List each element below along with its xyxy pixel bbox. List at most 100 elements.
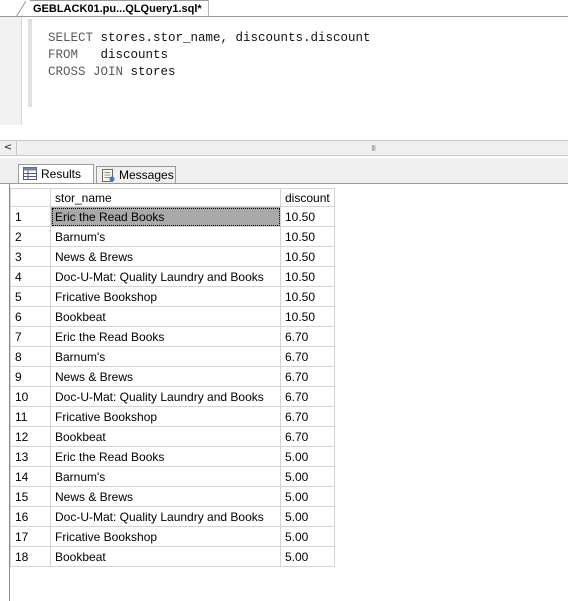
discount-cell[interactable]: 6.70: [280, 346, 335, 367]
sql-keyword: FROM: [48, 48, 79, 62]
stor-name-cell[interactable]: News & Brews: [50, 246, 281, 267]
discount-cell[interactable]: 10.50: [280, 286, 335, 307]
tab-messages[interactable]: Messages: [96, 166, 176, 184]
row-number-cell[interactable]: 11: [10, 406, 51, 427]
stor-name-cell[interactable]: Doc-U-Mat: Quality Laundry and Books: [50, 266, 281, 287]
stor-name-cell[interactable]: Eric the Read Books: [50, 326, 281, 347]
sql-text: stores: [123, 65, 176, 79]
sql-code[interactable]: SELECT stores.stor_name, discounts.disco…: [48, 30, 371, 81]
stor-name-cell[interactable]: Eric the Read Books: [50, 446, 281, 467]
table-row[interactable]: 16 Doc-U-Mat: Quality Laundry and Books 5.…: [10, 506, 335, 527]
row-number-cell[interactable]: 10: [10, 386, 51, 407]
table-row[interactable]: 5 Fricative Bookshop 10.50: [10, 286, 335, 307]
row-number-cell[interactable]: 12: [10, 426, 51, 447]
editor-gutter: [0, 17, 22, 125]
stor-name-cell[interactable]: Doc-U-Mat: Quality Laundry and Books: [50, 506, 281, 527]
table-row[interactable]: 11 Fricative Bookshop 6.70: [10, 406, 335, 427]
row-number-cell[interactable]: 1: [10, 206, 51, 227]
table-row[interactable]: 12 Bookbeat 6.70: [10, 426, 335, 447]
discount-cell[interactable]: 5.00: [280, 546, 335, 567]
code-line[interactable]: SELECT stores.stor_name, discounts.disco…: [48, 30, 371, 47]
row-number-cell[interactable]: 15: [10, 486, 51, 507]
discount-cell[interactable]: 5.00: [280, 446, 335, 467]
table-row[interactable]: 1 Eric the Read Books 10.50: [10, 206, 335, 227]
sql-text: discounts: [78, 48, 169, 62]
discount-cell[interactable]: 6.70: [280, 426, 335, 447]
tab-results-label: Results: [41, 167, 82, 181]
discount-cell[interactable]: 10.50: [280, 206, 335, 227]
row-number-cell[interactable]: 3: [10, 246, 51, 267]
messages-icon: [102, 169, 115, 182]
tab-messages-label: Messages: [119, 168, 174, 182]
scroll-grip-icon[interactable]: III: [371, 144, 376, 153]
row-number-cell[interactable]: 13: [10, 446, 51, 467]
stor-name-cell[interactable]: Barnum's: [50, 346, 281, 367]
discount-cell[interactable]: 6.70: [280, 406, 335, 427]
table-row[interactable]: 2 Barnum's 10.50: [10, 226, 335, 247]
code-line[interactable]: CROSS JOIN stores: [48, 64, 371, 81]
table-row[interactable]: 3 News & Brews 10.50: [10, 246, 335, 267]
sql-keyword: SELECT: [48, 31, 94, 45]
stor-name-cell[interactable]: Doc-U-Mat: Quality Laundry and Books: [50, 386, 281, 407]
stor-name-cell[interactable]: Fricative Bookshop: [50, 286, 281, 307]
scroll-left-arrow-icon[interactable]: <: [0, 141, 17, 155]
row-number-cell[interactable]: 4: [10, 266, 51, 287]
stor-name-cell[interactable]: Barnum's: [50, 466, 281, 487]
row-number-cell[interactable]: 17: [10, 526, 51, 547]
discount-cell[interactable]: 10.50: [280, 266, 335, 287]
stor-name-cell[interactable]: Bookbeat: [50, 426, 281, 447]
row-number-cell[interactable]: 8: [10, 346, 51, 367]
table-row[interactable]: 6 Bookbeat 10.50: [10, 306, 335, 327]
row-number-cell[interactable]: 7: [10, 326, 51, 347]
stor-name-cell[interactable]: Eric the Read Books: [50, 206, 281, 227]
stor-name-cell[interactable]: Barnum's: [50, 226, 281, 247]
table-row[interactable]: 4 Doc-U-Mat: Quality Laundry and Books 10.…: [10, 266, 335, 287]
query-document-tab[interactable]: GEBLACK01.pu...QLQuery1.sql*: [22, 0, 209, 17]
column-header-discount[interactable]: discount: [280, 188, 335, 207]
row-number-header[interactable]: [10, 188, 51, 207]
results-tab-strip: Results Messages: [0, 158, 568, 184]
discount-cell[interactable]: 10.50: [280, 226, 335, 247]
stor-name-cell[interactable]: News & Brews: [50, 486, 281, 507]
discount-cell[interactable]: 5.00: [280, 506, 335, 527]
discount-cell[interactable]: 5.00: [280, 466, 335, 487]
row-number-cell[interactable]: 14: [10, 466, 51, 487]
row-number-cell[interactable]: 6: [10, 306, 51, 327]
tab-results[interactable]: Results: [18, 164, 94, 184]
discount-cell[interactable]: 6.70: [280, 366, 335, 387]
row-number-cell[interactable]: 18: [10, 546, 51, 567]
discount-cell[interactable]: 5.00: [280, 526, 335, 547]
discount-cell[interactable]: 10.50: [280, 306, 335, 327]
table-row[interactable]: 8 Barnum's 6.70: [10, 346, 335, 367]
table-row[interactable]: 9 News & Brews 6.70: [10, 366, 335, 387]
row-number-cell[interactable]: 9: [10, 366, 51, 387]
table-row[interactable]: 17 Fricative Bookshop 5.00: [10, 526, 335, 547]
results-grid[interactable]: stor_name discount 1 Eric the Read Books 1…: [10, 188, 335, 567]
document-tab-strip: GEBLACK01.pu...QLQuery1.sql*: [0, 0, 568, 17]
table-row[interactable]: 13 Eric the Read Books 5.00: [10, 446, 335, 467]
table-row[interactable]: 7 Eric the Read Books 6.70: [10, 326, 335, 347]
editor-horizontal-scrollbar[interactable]: < III: [0, 140, 568, 156]
stor-name-cell[interactable]: Bookbeat: [50, 306, 281, 327]
discount-cell[interactable]: 6.70: [280, 326, 335, 347]
stor-name-cell[interactable]: News & Brews: [50, 366, 281, 387]
sql-editor[interactable]: SELECT stores.stor_name, discounts.disco…: [0, 17, 568, 125]
table-row[interactable]: 14 Barnum's 5.00: [10, 466, 335, 487]
stor-name-cell[interactable]: Bookbeat: [50, 546, 281, 567]
discount-cell[interactable]: 6.70: [280, 386, 335, 407]
grid-icon: [23, 167, 37, 180]
stor-name-cell[interactable]: Fricative Bookshop: [50, 526, 281, 547]
table-row[interactable]: 10 Doc-U-Mat: Quality Laundry and Books 6.…: [10, 386, 335, 407]
sql-text: stores.stor_name, discounts.discount: [93, 31, 371, 45]
table-row[interactable]: 15 News & Brews 5.00: [10, 486, 335, 507]
grid-header-row: stor_name discount: [10, 188, 335, 207]
row-number-cell[interactable]: 2: [10, 226, 51, 247]
code-line[interactable]: FROM discounts: [48, 47, 371, 64]
column-header-stor-name[interactable]: stor_name: [50, 188, 281, 207]
discount-cell[interactable]: 5.00: [280, 486, 335, 507]
discount-cell[interactable]: 10.50: [280, 246, 335, 267]
row-number-cell[interactable]: 5: [10, 286, 51, 307]
table-row[interactable]: 18 Bookbeat 5.00: [10, 546, 335, 567]
row-number-cell[interactable]: 16: [10, 506, 51, 527]
stor-name-cell[interactable]: Fricative Bookshop: [50, 406, 281, 427]
